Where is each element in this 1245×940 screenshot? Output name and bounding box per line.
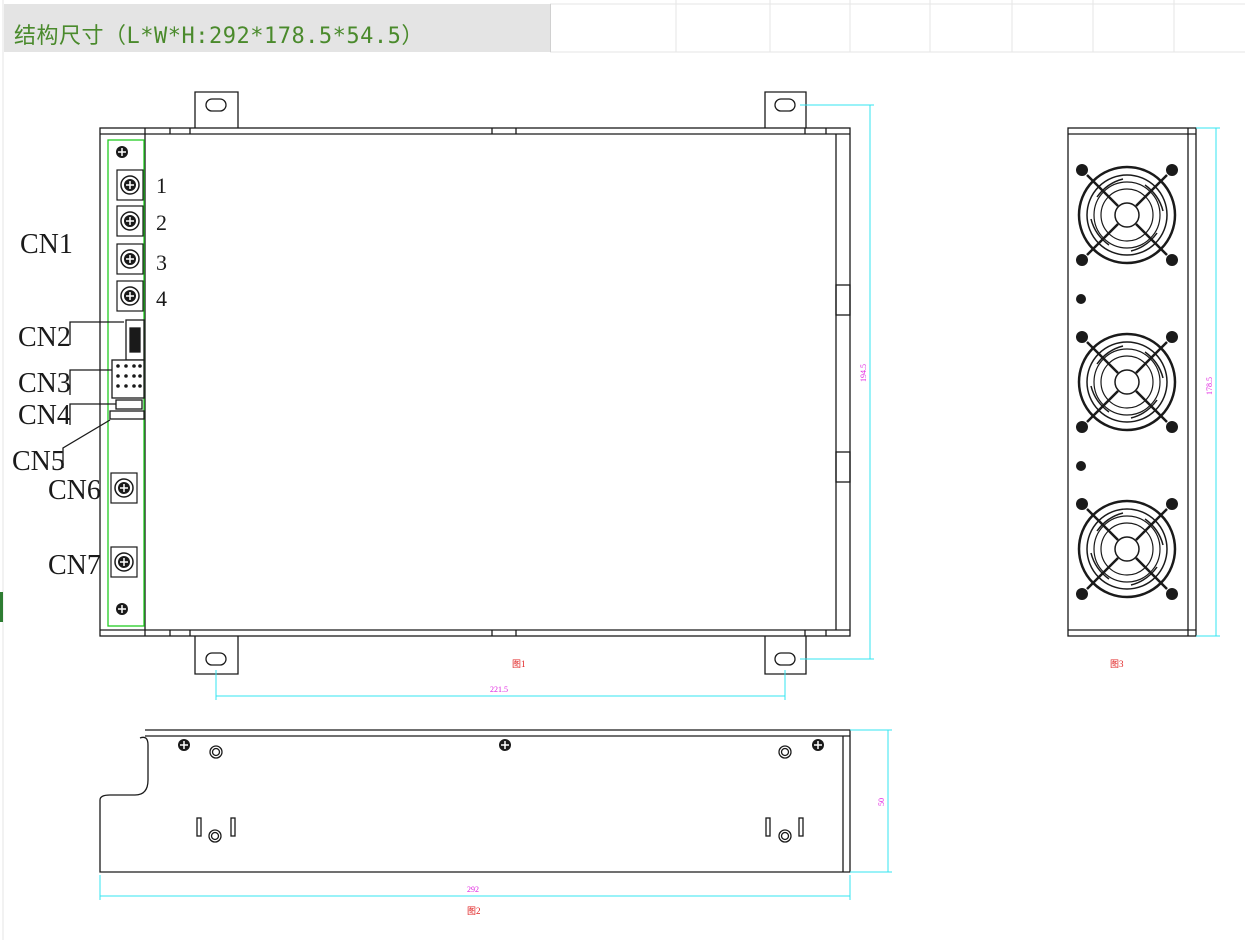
label-cn4: CN4 bbox=[18, 400, 71, 431]
terminal-label: 4 bbox=[156, 286, 167, 311]
screw-icon bbox=[115, 145, 129, 159]
terminal-label: 1 bbox=[156, 173, 167, 198]
label-cn1: CN1 bbox=[20, 229, 73, 260]
figure-2-bottom-view bbox=[99, 729, 851, 873]
terminal-cn6-icon bbox=[110, 472, 138, 504]
figure-3-label: 图3 bbox=[1110, 659, 1124, 669]
screw-icon bbox=[811, 738, 825, 752]
fan-icon bbox=[1074, 162, 1180, 268]
terminal-label: 2 bbox=[156, 210, 167, 235]
label-cn3: CN3 bbox=[18, 368, 71, 399]
dimension-height-side: 178.5 bbox=[1205, 377, 1214, 395]
figure-1-label: 图1 bbox=[512, 659, 526, 669]
dimension-hole-spacing: 221.5 bbox=[490, 685, 508, 694]
label-cn7: CN7 bbox=[48, 550, 101, 581]
dimension-length: 292 bbox=[467, 885, 479, 894]
fan-icon bbox=[1074, 496, 1180, 602]
figure-2-label: 图2 bbox=[467, 906, 481, 916]
label-cn6: CN6 bbox=[48, 475, 101, 506]
fan-icon bbox=[1074, 329, 1180, 435]
terminal-icon bbox=[116, 243, 144, 275]
dimension-height-front: 194.5 bbox=[859, 364, 868, 382]
screw-icon bbox=[115, 602, 129, 616]
dimension-depth: 50 bbox=[877, 798, 886, 806]
terminal-cn7-icon bbox=[110, 546, 138, 578]
label-cn2: CN2 bbox=[18, 322, 71, 353]
figure-1-front-view bbox=[62, 91, 851, 675]
screw-icon bbox=[1076, 461, 1086, 471]
screw-icon bbox=[498, 738, 512, 752]
screw-icon bbox=[177, 738, 191, 752]
terminal-icon bbox=[116, 280, 144, 312]
screw-icon bbox=[1076, 294, 1086, 304]
terminal-icon bbox=[116, 169, 144, 201]
terminal-label: 3 bbox=[156, 250, 167, 275]
technical-drawing: CN1 CN2 CN3 CN4 CN5 CN6 CN7 1 2 3 4 194.… bbox=[12, 91, 1220, 916]
label-cn5: CN5 bbox=[12, 446, 65, 477]
terminal-icon bbox=[116, 205, 144, 237]
